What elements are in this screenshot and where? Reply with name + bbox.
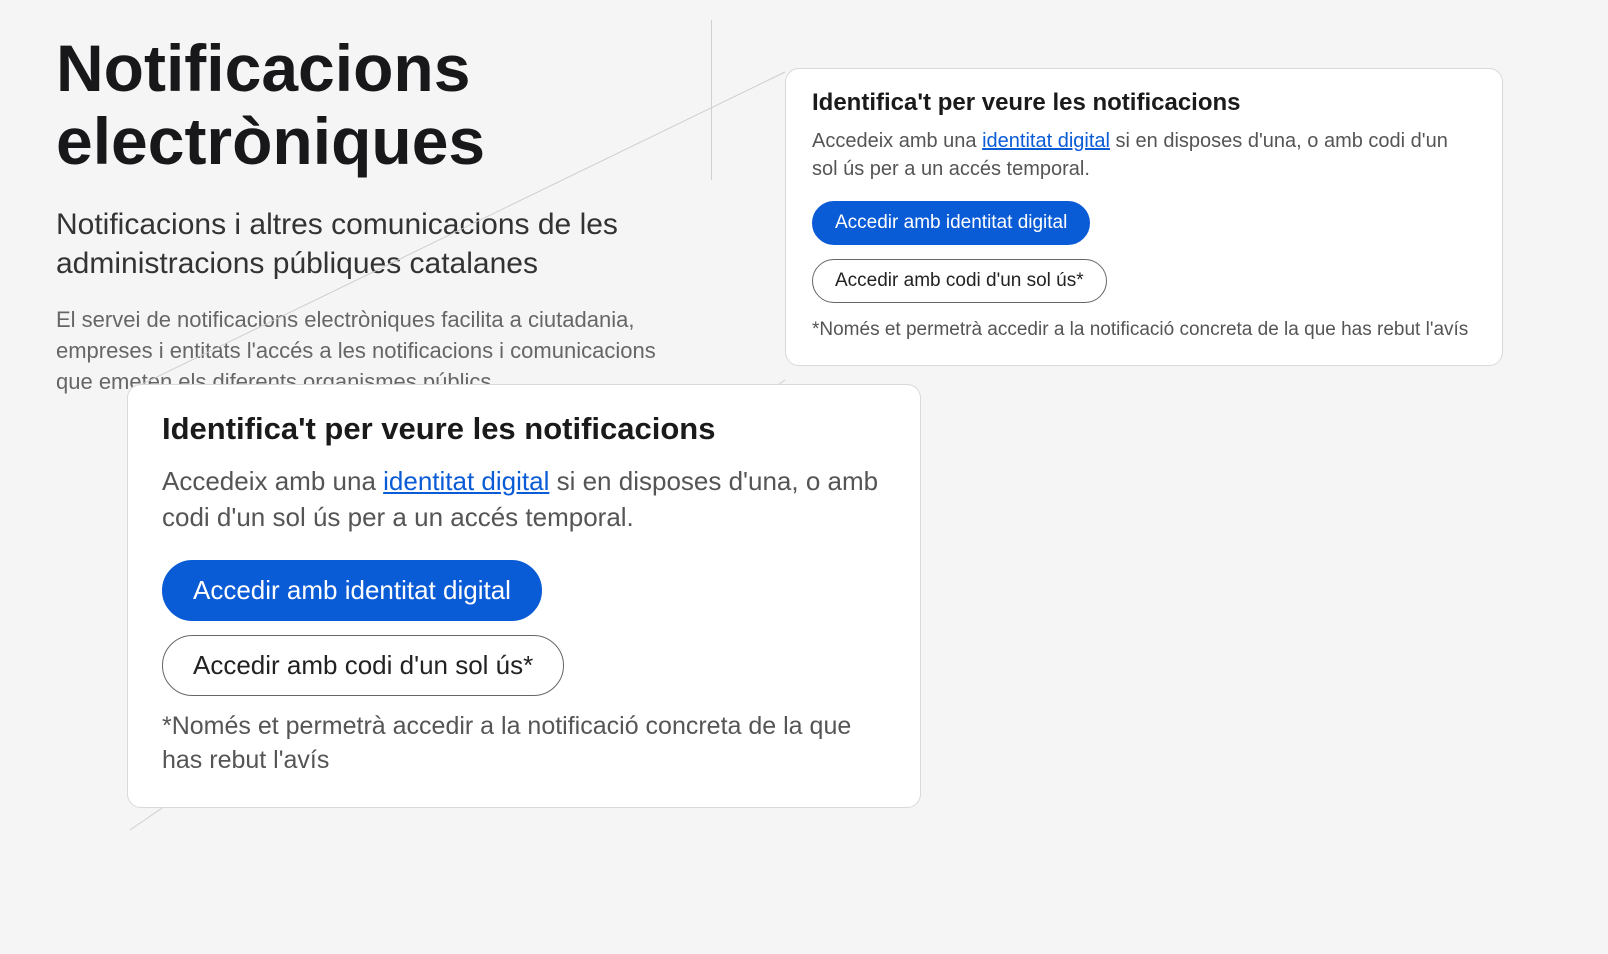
access-single-use-code-button[interactable]: Accedir amb codi d'un sol ús* (812, 259, 1107, 303)
page-title: Notificacions electròniques (56, 32, 696, 177)
identity-card-large: Identifica't per veure les notificacions… (127, 384, 921, 808)
page-subtitle: Notificacions i altres comunicacions de … (56, 205, 696, 283)
identity-card-description: Accedeix amb una identitat digital si en… (162, 463, 886, 536)
identity-card-description: Accedeix amb una identitat digital si en… (812, 127, 1476, 183)
identity-digital-link[interactable]: identitat digital (383, 466, 549, 496)
access-single-use-code-button[interactable]: Accedir amb codi d'un sol ús* (162, 635, 564, 696)
identity-card-title: Identifica't per veure les notificacions (812, 89, 1476, 117)
identity-card-desc-pre: Accedeix amb una (812, 130, 982, 152)
identity-card-note: *Només et permetrà accedir a la notifica… (162, 710, 886, 778)
identity-card-desc-pre: Accedeix amb una (162, 466, 383, 496)
identity-digital-link[interactable]: identitat digital (982, 130, 1110, 152)
access-digital-identity-button[interactable]: Accedir amb identitat digital (162, 560, 542, 621)
identity-card-note: *Només et permetrà accedir a la notifica… (812, 317, 1476, 343)
access-digital-identity-button[interactable]: Accedir amb identitat digital (812, 201, 1090, 245)
identity-card-title: Identifica't per veure les notificacions (162, 411, 886, 447)
identity-card-small: Identifica't per veure les notificacions… (785, 68, 1503, 366)
vertical-divider (711, 20, 712, 180)
